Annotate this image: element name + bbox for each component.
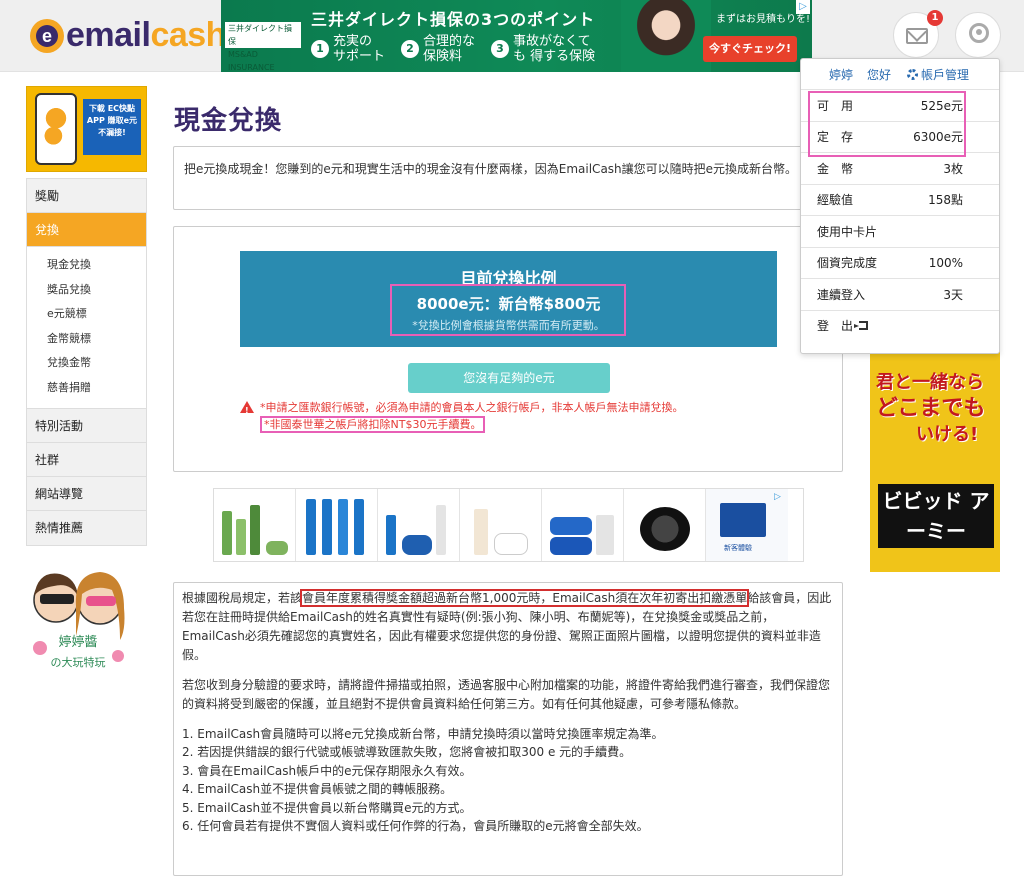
mascot-text-line2: の大玩特玩: [51, 655, 106, 669]
list-item: 6. 任何會員若有提供不實個人資料或任何作弊的行為，會員所賺取的e元將會全部失效…: [182, 819, 649, 834]
mascot-text-line1: 婷婷醬: [58, 634, 97, 650]
nav-item-recommend[interactable]: 熱情推薦: [27, 511, 146, 545]
sub-item-cash-exchange[interactable]: 現金兌換: [27, 253, 146, 278]
nav-item-site-guide[interactable]: 網站導覽: [27, 477, 146, 511]
adchoices-icon[interactable]: ▷: [796, 0, 810, 14]
list-item: 4. EmailCash並不提供會員帳號之間的轉帳服務。: [182, 782, 453, 797]
app-download-ad[interactable]: 下載 EC快點APP 賺取e元 不漏接!: [26, 86, 147, 172]
top-banner-ad[interactable]: 三井ダイレクト損保MS&AD INSURANCE GROUP 三井ダイレクト損保…: [221, 0, 812, 72]
left-sidebar: 下載 EC快點APP 賺取e元 不漏接! 獎勵 兌換 現金兌換 獎品兌換 e元競…: [26, 86, 147, 546]
account-dropdown: 婷婷 您好 帳戶管理 可 用 525e元 定 存 6300e元 金 幣 3枚 經驗值 1…: [800, 58, 1000, 354]
rules-paragraph-2: 若您收到身分驗證的要求時，請將證件掃描或拍照，透過客服中心附加檔案的功能，將證件…: [182, 678, 831, 711]
user-icon: [969, 23, 989, 43]
nav-item-special-events[interactable]: 特別活動: [27, 409, 146, 443]
ad-product-image: [214, 489, 296, 561]
list-item: 1. EmailCash會員隨時可以將e元兌換成新台幣，申請兌換時須以當時兌換匯…: [182, 727, 664, 741]
ad-product-image: [542, 489, 624, 561]
side-nav: 獎勵 兌換 現金兌換 獎品兌換 e元競標 金幣競標 兌換金幣 慈善捐贈 特別活動…: [26, 178, 147, 546]
user-name[interactable]: 婷婷: [829, 66, 853, 83]
nav-item-rewards[interactable]: 獎勵: [27, 179, 146, 213]
ad-point: 2 合理的な 保険料: [401, 34, 479, 64]
sub-item-prize-exchange[interactable]: 獎品兌換: [27, 278, 146, 303]
balance-highlight-box: [808, 91, 966, 157]
phone-icon: [35, 93, 77, 165]
ad-brand: 三井ダイレクト損保MS&AD INSURANCE GROUP: [225, 22, 301, 72]
exchange-sub-nav: 現金兌換 獎品兌換 e元競標 金幣競標 兌換金幣 慈善捐贈: [27, 247, 146, 409]
sub-item-charity[interactable]: 慈善捐贈: [27, 376, 146, 401]
ad-product-image: [460, 489, 542, 561]
product-banner-ad[interactable]: ▷ 新客體驗: [213, 488, 804, 562]
ad-point: 3 事故がなくても 得する保険: [491, 34, 597, 64]
ad-product-image: [624, 489, 706, 561]
envelope-icon: [906, 28, 928, 44]
ad-cta-button[interactable]: 今すぐチェック!: [703, 36, 797, 62]
nav-item-exchange[interactable]: 兌換: [27, 213, 146, 247]
rules-list: 1. EmailCash會員隨時可以將e元兌換成新台幣，申請兌換時須以當時兌換匯…: [182, 725, 834, 835]
greeting: 您好: [867, 67, 892, 82]
logout-button[interactable]: 登 出: [801, 309, 999, 342]
ad-point: 1 充実の サポート: [311, 34, 389, 64]
app-ad-text: 下載 EC快點APP 賺取e元 不漏接!: [83, 99, 141, 155]
nav-item-community[interactable]: 社群: [27, 443, 146, 477]
row-login-streak[interactable]: 連續登入 3天: [801, 278, 999, 310]
exchange-button[interactable]: 您沒有足夠的e元: [408, 363, 610, 393]
warning-line-2: *非國泰世華之帳戶將扣除NT$30元手續費。: [260, 416, 486, 433]
warning-icon: [240, 401, 254, 419]
logout-icon: [854, 321, 869, 331]
row-active-card[interactable]: 使用中卡片: [801, 215, 999, 247]
exchange-panel: 目前兌換比例 8000e元：新台幣$800元 *兌換比例會根據貨幣供需而有所更動…: [173, 226, 843, 472]
account-settings-link[interactable]: 帳戶管理: [907, 66, 969, 83]
game-logo: ビビッド アーミー: [878, 484, 994, 548]
sub-item-coin-auction[interactable]: 金幣競標: [27, 327, 146, 352]
adchoices-icon[interactable]: ▷: [774, 491, 786, 503]
ad-product-image: [296, 489, 378, 561]
dropdown-header: 婷婷 您好 帳戶管理: [801, 59, 999, 89]
row-experience[interactable]: 經驗值 158點: [801, 183, 999, 216]
warning-notes: *申請之匯款銀行帳號，必須為申請的會員本人之銀行帳戶，非本人帳戶無法申請兌換。 …: [240, 399, 684, 433]
rate-highlight-box: [390, 284, 626, 336]
gear-icon: [907, 68, 919, 80]
ad-headline: 三井ダイレクト損保の3つのポイント: [311, 10, 596, 29]
ad-model-image: [621, 0, 711, 72]
logo-e-icon: e: [30, 18, 64, 53]
ad-tagline: 君と一緒なら どこまでも いける!: [876, 372, 986, 445]
list-item: 3. 會員在EmailCash帳戶中的e元保存期限永久有效。: [182, 763, 472, 778]
emailcash-logo[interactable]: e emailcash: [30, 16, 226, 55]
blogger-mascot-logo: 婷婷醬 の大玩特玩: [33, 572, 125, 669]
list-item: 2. 若因提供錯誤的銀行代號或帳號導致匯款失敗，您將會被扣取300 e 元的手續…: [182, 745, 632, 760]
ad-points: 1 充実の サポート 2 合理的な 保険料 3 事故がなくても 得する保険: [311, 34, 597, 64]
sub-item-exchange-coins[interactable]: 兌換金幣: [27, 351, 146, 376]
ad-product-image: ▷ 新客體驗: [706, 489, 788, 561]
warning-line-1: *申請之匯款銀行帳號，必須為申請的會員本人之銀行帳戶，非本人帳戶無法申請兌換。: [260, 401, 684, 414]
list-item: 5. EmailCash並不提供會員以新台幣購買e元的方式。: [182, 800, 472, 815]
tax-highlight: 會員年度累積得獎金額超過新台幣1,000元時，EmailCash須在次年初寄出扣…: [300, 589, 750, 607]
rules-paragraph-1: 根據國稅局規定，若該會員年度累積得獎金額超過新台幣1,000元時，EmailCa…: [182, 589, 832, 662]
user-menu-button[interactable]: [955, 12, 1001, 58]
intro-box: 把e元換成現金！您賺到的e元和現實生活中的現金沒有什麼兩樣，因為EmailCas…: [173, 146, 843, 210]
mail-count-badge: 1: [927, 10, 943, 26]
ad-product-image: [378, 489, 460, 561]
row-profile-completion[interactable]: 個資完成度 100%: [801, 246, 999, 279]
rules-box: 根據國稅局規定，若該會員年度累積得獎金額超過新台幣1,000元時，EmailCa…: [173, 582, 843, 876]
intro-text: 把e元換成現金！您賺到的e元和現實生活中的現金沒有什麼兩樣，因為EmailCas…: [184, 162, 798, 176]
rate-panel: 目前兌換比例 8000e元：新台幣$800元 *兌換比例會根據貨幣供需而有所更動…: [240, 251, 777, 347]
sub-item-e-auction[interactable]: e元競標: [27, 302, 146, 327]
page-title: 現金兌換: [174, 106, 283, 136]
